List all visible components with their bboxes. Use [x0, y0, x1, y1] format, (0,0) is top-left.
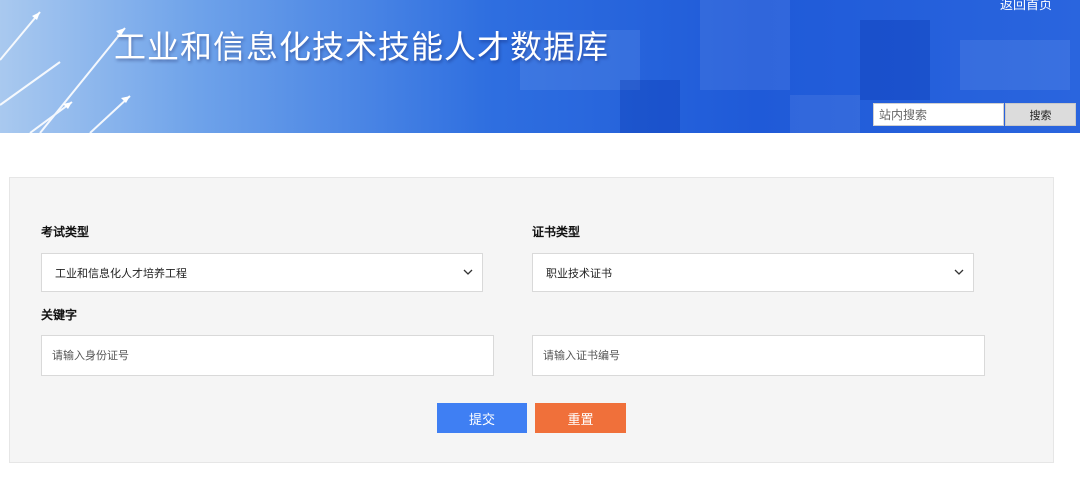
id-number-input[interactable] [41, 335, 494, 376]
reset-button[interactable]: 重置 [535, 403, 626, 433]
search-button[interactable]: 搜索 [1005, 103, 1076, 126]
site-title: 工业和信息化技术技能人才数据库 [114, 28, 610, 66]
site-search-input[interactable] [873, 103, 1004, 126]
exam-type-select[interactable]: 工业和信息化人才培养工程 [41, 253, 483, 292]
chevron-down-icon [954, 269, 964, 275]
exam-type-label: 考试类型 [41, 225, 90, 239]
cert-type-selected-value: 职业技术证书 [546, 266, 612, 280]
cert-number-input[interactable] [532, 335, 985, 376]
submit-button[interactable]: 提交 [437, 403, 527, 433]
home-link[interactable]: 返回首页 [1000, 0, 1052, 13]
cert-type-select[interactable]: 职业技术证书 [532, 253, 974, 292]
cert-type-label: 证书类型 [532, 225, 581, 239]
exam-type-selected-value: 工业和信息化人才培养工程 [55, 266, 187, 280]
site-search: 搜索 [873, 103, 1076, 126]
keyword-label: 关键字 [41, 308, 78, 322]
chevron-down-icon [463, 269, 473, 275]
header-banner: 工业和信息化技术技能人才数据库 返回首页 搜索 [0, 0, 1080, 133]
query-form-panel: 考试类型 工业和信息化人才培养工程 证书类型 职业技术证书 关键字 提交 重置 [9, 177, 1054, 463]
